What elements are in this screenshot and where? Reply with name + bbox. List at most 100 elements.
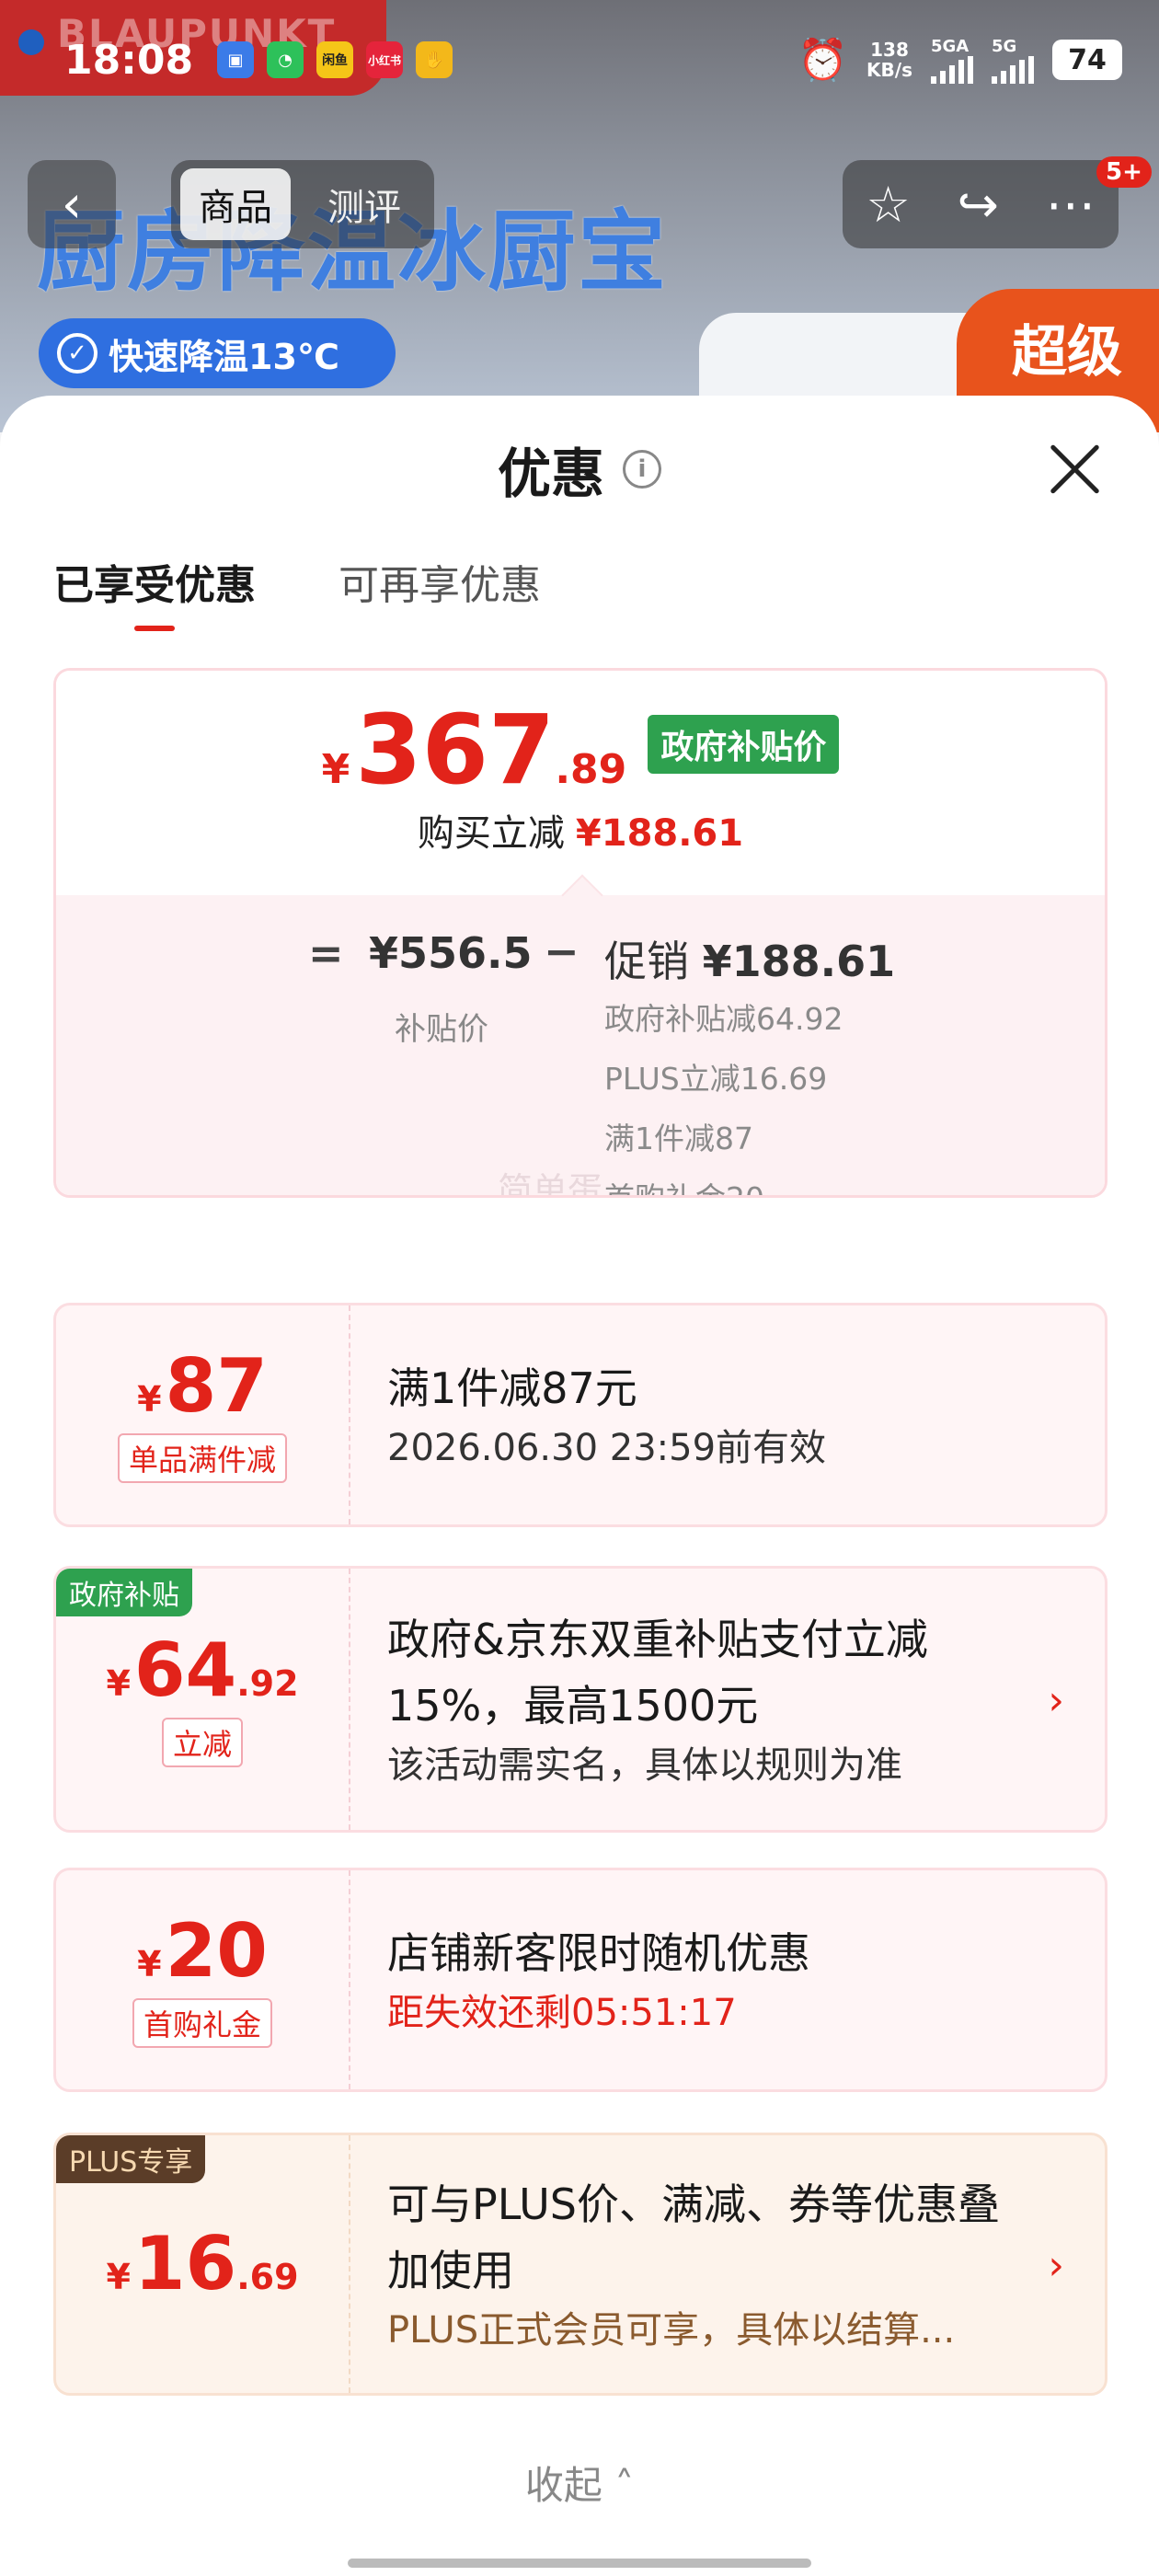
home-indicator[interactable] xyxy=(348,2559,811,2568)
coupon-details: 可与PLUS价、满减、券等优惠叠加使用 PLUS正式会员可享，具体以结算... xyxy=(387,2135,1013,2393)
price-decimal: .89 xyxy=(555,746,627,793)
coupon-amount: ¥64.92 xyxy=(106,1631,298,1710)
signal-1-label: 5GA xyxy=(931,36,970,56)
nav-actions: ☆ ↪ ⋯ xyxy=(843,160,1119,248)
coupon-type: 单品满件减 xyxy=(117,1433,287,1483)
coupon-title: 店铺新客限时随机优惠 xyxy=(387,1928,810,1978)
coupon-amount-area: ¥20 首购礼金 xyxy=(56,1870,350,2089)
battery-indicator: 74 xyxy=(1052,40,1122,80)
coupon-card-gov-subsidy[interactable]: 政府补贴 ¥64.92 立减 政府&京东双重补贴支付立减15%，最高1500元 … xyxy=(53,1566,1107,1833)
price-integer: 367 xyxy=(355,694,556,806)
coupon-card-full-reduction: ¥87 单品满件减 满1件减87元 2026.06.30 23:59前有效 xyxy=(53,1303,1107,1527)
promotion-item: 政府补贴减64.92 xyxy=(604,1001,843,1037)
coupon-rule-note: PLUS正式会员可享，具体以结算... xyxy=(387,2309,956,2352)
coupon-amount-int: 16 xyxy=(133,2221,237,2306)
coupon-details: 政府&京东双重补贴支付立减15%，最高1500元 该活动需实名，具体以规则为准 xyxy=(387,1569,1013,1830)
final-price: ¥ 367 .89 xyxy=(322,702,627,798)
collapse-label: 收起 xyxy=(524,2463,602,2508)
wechat-icon: ◔ xyxy=(267,41,304,78)
chevron-right-icon[interactable]: › xyxy=(1048,1677,1064,1724)
app-icon-3: 闲鱼 xyxy=(316,41,354,78)
chevron-up-icon: ˄ xyxy=(614,2463,635,2508)
alarm-icon: ⏰ xyxy=(798,37,849,84)
promotion-item: 首购礼金20 xyxy=(604,1178,843,1195)
coupon-details: 满1件减87元 2026.06.30 23:59前有效 xyxy=(387,1305,1050,1524)
status-right: ⏰ 138 KB/s 5GA 5G 74 xyxy=(798,36,1122,84)
watermark: 简单蛋 xyxy=(498,1170,603,1198)
coupon-details: 店铺新客限时随机优惠 距失效还剩05:51:17 xyxy=(387,1870,1050,2089)
coupon-title: 满1件减87元 xyxy=(387,1363,637,1413)
clock: 18:08 xyxy=(64,36,194,84)
coupon-amount: ¥20 xyxy=(137,1912,268,1991)
tab-review[interactable]: 测评 xyxy=(309,168,419,240)
coupon-amount-area: ¥64.92 立减 xyxy=(56,1569,350,1830)
signal-2: 5G xyxy=(992,37,1034,84)
signal-bars-icon xyxy=(992,55,1034,84)
coupon-amount: ¥16.69 xyxy=(106,2225,298,2304)
coupon-currency: ¥ xyxy=(106,2257,131,2297)
currency-symbol: ¥ xyxy=(321,746,350,793)
coupon-title: 可与PLUS价、满减、券等优惠叠加使用 xyxy=(387,2179,1000,2295)
price-breakdown-card: ¥ 367 .89 政府补贴价 购买立减 ¥188.61 = ¥556.5 补贴价… xyxy=(53,668,1107,1198)
share-icon[interactable]: ↪ xyxy=(958,176,999,234)
coupon-title: 政府&京东双重补贴支付立减15%，最高1500元 xyxy=(387,1615,928,1731)
camera-dot xyxy=(18,29,44,55)
back-arrow-icon: ‹ xyxy=(61,174,83,235)
close-icon[interactable] xyxy=(1045,440,1104,499)
signal-2-label: 5G xyxy=(992,36,1017,56)
price-formula: = ¥556.5 补贴价 − 促销 ¥188.61 政府补贴减64.92 PLU… xyxy=(56,874,1105,1198)
final-price-section: ¥ 367 .89 政府补贴价 购买立减 ¥188.61 xyxy=(56,671,1105,895)
star-icon[interactable]: ☆ xyxy=(866,176,910,234)
back-button[interactable]: ‹ xyxy=(28,160,116,248)
purchase-reduction: 购买立减 ¥188.61 xyxy=(56,803,1105,857)
reduction-value: ¥188.61 xyxy=(575,812,744,855)
app-icon-5: ✋ xyxy=(416,41,453,78)
coupon-type: 立减 xyxy=(161,1718,243,1767)
coupon-currency: ¥ xyxy=(137,1944,162,1984)
coupon-card-plus[interactable]: PLUS专享 ¥16.69 可与PLUS价、满减、券等优惠叠加使用 PLUS正式… xyxy=(53,2133,1107,2396)
product-nav-tabs: 商品 测评 xyxy=(171,160,434,248)
promotion-label: 促销 xyxy=(604,937,689,986)
gov-subsidy-tag: 政府补贴价 xyxy=(648,715,840,774)
coupon-amount-dec: .69 xyxy=(236,2257,299,2297)
discount-tabs: 已享受优惠 可再享优惠 xyxy=(0,543,1159,635)
coupon-amount-area: ¥87 单品满件减 xyxy=(56,1305,350,1524)
signal-bars-icon xyxy=(931,55,973,84)
info-icon[interactable]: i xyxy=(623,450,661,489)
check-circle-icon: ✓ xyxy=(57,333,98,374)
status-bar: 18:08 ▣ ◔ 闲鱼 小红书 ✋ ⏰ 138 KB/s 5GA 5G 74 xyxy=(0,0,1159,120)
coupon-currency: ¥ xyxy=(137,1379,162,1420)
coupon-amount-int: 20 xyxy=(165,1908,268,1994)
promotion-total: 促销 ¥188.61 xyxy=(604,928,895,989)
coupon-rule-note: 该活动需实名，具体以规则为准 xyxy=(387,1744,902,1787)
promotion-item: 满1件减87 xyxy=(604,1121,753,1156)
coupon-validity: 2026.06.30 23:59前有效 xyxy=(387,1427,827,1469)
signal-1: 5GA xyxy=(931,37,973,84)
coupon-amount: ¥87 xyxy=(137,1347,268,1426)
reduction-label: 购买立减 xyxy=(417,812,565,855)
discount-sheet: 优惠 i 已享受优惠 可再享优惠 ¥ 367 .89 政府补贴价 购买立减 ¥18… xyxy=(0,396,1159,2576)
promotion-value: ¥188.61 xyxy=(702,937,896,986)
app-icon-1: ▣ xyxy=(217,41,255,78)
tab-product[interactable]: 商品 xyxy=(180,168,291,240)
collapse-button[interactable]: 收起 ˄ xyxy=(0,2455,1159,2511)
cooling-pill-label: 快速降温13℃ xyxy=(109,336,339,377)
tab-more-discounts[interactable]: 可再享优惠 xyxy=(339,543,541,635)
coupon-amount-int: 87 xyxy=(165,1343,268,1429)
sheet-header: 优惠 i xyxy=(0,396,1159,543)
speed-unit: KB/s xyxy=(866,59,912,81)
coupon-currency: ¥ xyxy=(106,1663,131,1704)
promotion-items: 政府补贴减64.92 PLUS立减16.69 满1件减87 首购礼金20 xyxy=(604,998,843,1195)
coupon-amount-int: 64 xyxy=(133,1627,237,1713)
more-icon[interactable]: ⋯ xyxy=(1046,176,1096,234)
coupon-countdown: 距失效还剩05:51:17 xyxy=(387,1992,737,2034)
coupon-card-first-purchase: ¥20 首购礼金 店铺新客限时随机优惠 距失效还剩05:51:17 xyxy=(53,1868,1107,2092)
tab-enjoyed-discounts[interactable]: 已享受优惠 xyxy=(53,543,256,635)
xiaohongshu-icon: 小红书 xyxy=(366,41,404,78)
chevron-right-icon[interactable]: › xyxy=(1048,2242,1064,2289)
coupon-amount-dec: .92 xyxy=(236,1663,299,1704)
equals-sign: = xyxy=(308,928,344,978)
cooling-pill: ✓ 快速降温13℃ xyxy=(39,318,396,388)
speed-value: 138 xyxy=(870,39,909,61)
sheet-title: 优惠 xyxy=(497,443,604,505)
